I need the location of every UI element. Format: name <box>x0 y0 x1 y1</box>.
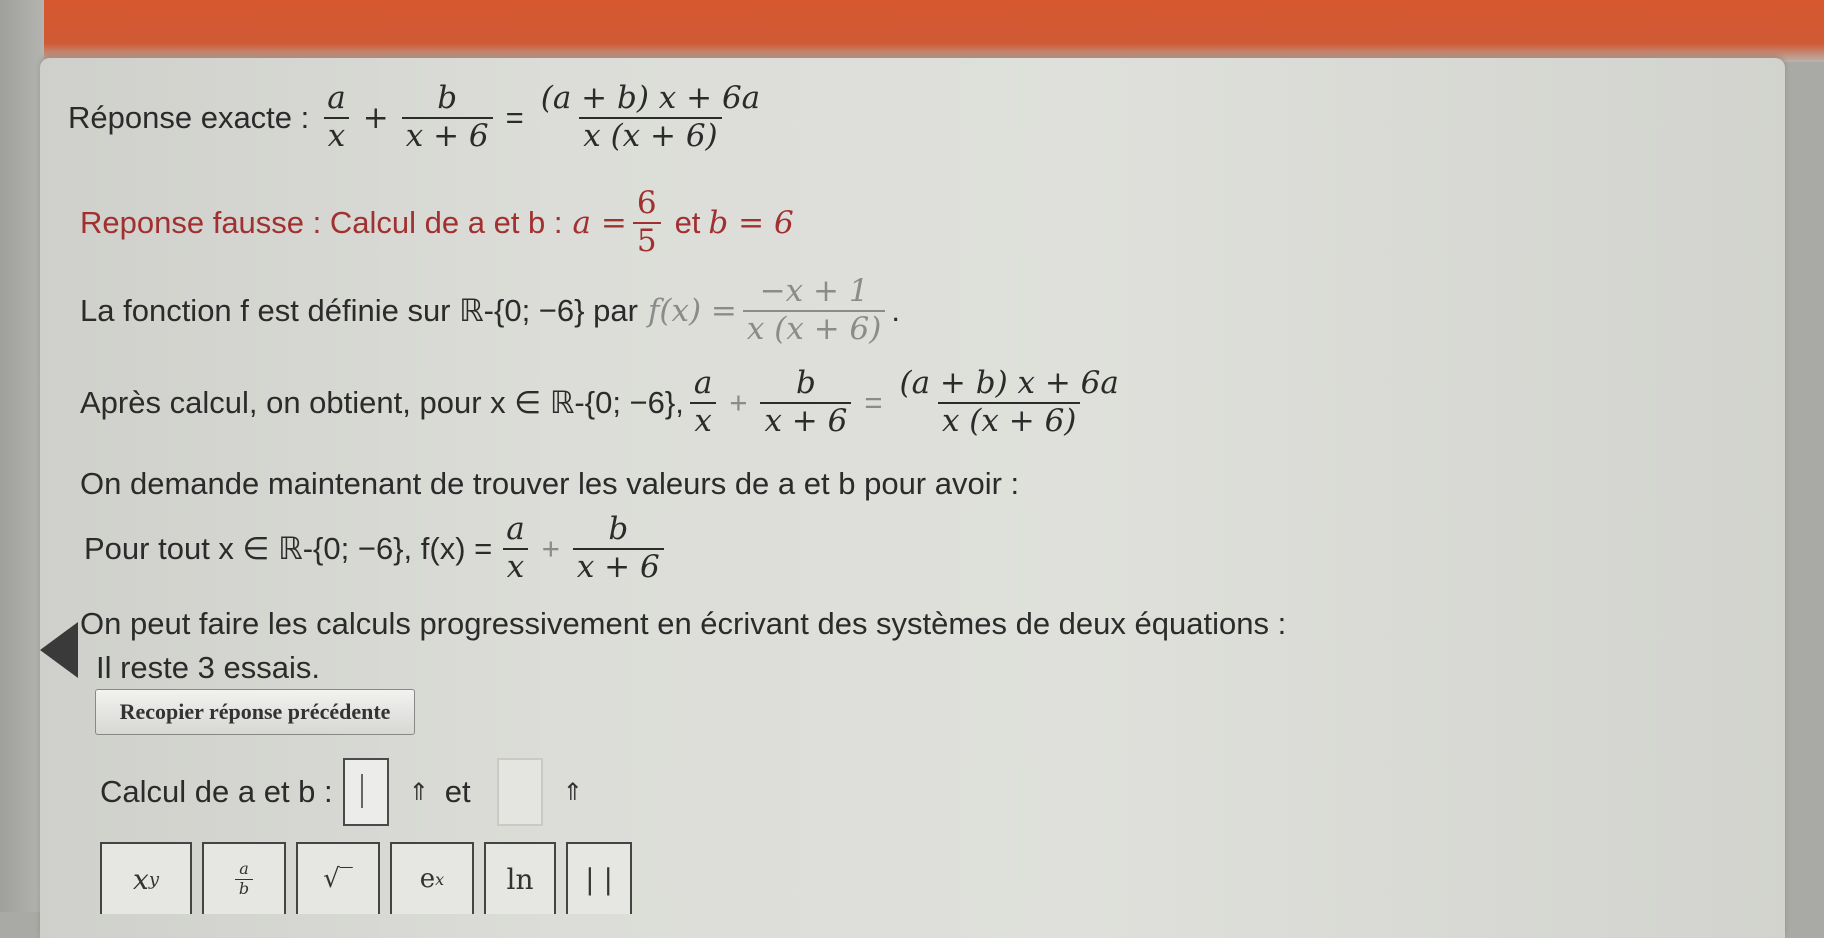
exact-answer-line: Réponse exacte : a x + b x + 6 = (a + b)… <box>68 70 770 166</box>
attempts-line: Il reste 3 essais. <box>96 646 320 690</box>
abs-label: | | <box>585 862 613 896</box>
definition-line: La fonction f est définie sur ℝ-{0; −6} … <box>80 268 900 354</box>
b-value: b = 6 <box>708 205 794 241</box>
a-value-frac: 6 5 <box>632 185 661 260</box>
frac-den: x + 6 <box>572 548 664 586</box>
sqrt-icon: √‾ <box>323 864 353 894</box>
exp-base: e <box>419 864 436 894</box>
frac-num: (a + b) x + 6a <box>540 80 761 117</box>
absolute-value-button[interactable]: | | <box>566 842 632 914</box>
power-base: x <box>133 862 149 896</box>
text-caret <box>360 774 363 808</box>
demand-line: On demande maintenant de trouver les val… <box>80 462 1019 506</box>
a-equals: a = <box>572 205 627 241</box>
frac-num: b <box>437 80 458 117</box>
frac-den: x (x + 6) <box>742 310 886 348</box>
after-calc-text: Après calcul, on obtient, pour x ∈ ℝ-{0;… <box>80 385 684 420</box>
top-banner <box>0 0 1824 62</box>
power-exp: y <box>148 868 159 890</box>
exponential-button[interactable]: ex <box>390 842 474 914</box>
calc-line: Calcul de a et b : ⇑ et ⇑ <box>100 752 593 832</box>
expand-editor-a-icon[interactable]: ⇑ <box>409 778 429 806</box>
sqrt-button[interactable]: √‾ <box>296 842 380 914</box>
frac-den: b <box>234 878 254 898</box>
fraction-icon: a b <box>234 859 254 898</box>
f-lhs: f(x) = <box>647 293 737 329</box>
b-answer-input[interactable] <box>496 758 543 826</box>
frac-num: b <box>795 365 816 402</box>
calc-label: Calcul de a et b : <box>100 774 333 809</box>
plus-sign: + <box>541 531 560 566</box>
ln-button[interactable]: ln <box>484 842 556 914</box>
frac-num: (a + b) x + 6a <box>899 365 1119 402</box>
wrong-answer-label: Reponse fausse : Calcul de a et b : <box>80 205 563 240</box>
frac-den: x (x + 6) <box>937 402 1081 440</box>
demand-text: On demande maintenant de trouver les val… <box>80 466 1020 501</box>
definition-text: La fonction f est définie sur ℝ-{0; −6} … <box>80 293 638 328</box>
ln-label: ln <box>506 862 534 896</box>
after-frac-a: a x <box>690 366 716 439</box>
frac-den: x (x + 6) <box>579 117 722 155</box>
exact-frac-rhs: (a + b) x + 6a x (x + 6) <box>537 81 764 154</box>
frac-num: 6 <box>636 185 657 222</box>
fraction-button[interactable]: a b <box>202 842 286 914</box>
exact-answer-label: Réponse exacte : <box>68 100 310 135</box>
exact-frac-a-x: a x <box>323 80 350 155</box>
after-frac-rhs: (a + b) x + 6a x (x + 6) <box>895 366 1122 439</box>
frac-num: a <box>239 859 249 879</box>
exp-sup: x <box>435 869 445 889</box>
frac-num: a <box>506 511 525 548</box>
frac-num: −x + 1 <box>759 273 869 310</box>
et-word: et <box>444 774 471 809</box>
after-frac-b: b x + 6 <box>760 365 852 440</box>
frac-den: x <box>323 117 350 155</box>
equals-sign: = <box>864 385 883 420</box>
frac-den: x <box>690 402 716 440</box>
frac-den: x <box>502 548 529 586</box>
et-word: et <box>674 205 701 240</box>
frac-num: b <box>608 511 629 548</box>
forall-frac-a: a x <box>502 511 529 586</box>
frac-num: a <box>693 365 713 402</box>
left-margin <box>0 0 44 912</box>
frac-num: a <box>327 80 346 117</box>
equals-sign: = <box>505 100 524 135</box>
for-all-text: Pour tout x ∈ ℝ-{0; −6}, f(x) = <box>84 531 493 566</box>
plus-sign: + <box>362 100 389 136</box>
math-toolbar: xy a b √‾ ex ln | | <box>100 842 642 914</box>
systems-text: On peut faire les calculs progressivemen… <box>80 606 1287 641</box>
plus-sign: + <box>729 385 748 420</box>
expand-editor-b-icon[interactable]: ⇑ <box>563 778 583 806</box>
copy-previous-answer-button[interactable]: Recopier réponse précédente <box>95 689 415 735</box>
exact-frac-b: b x + 6 <box>401 80 493 155</box>
forall-frac-b: b x + 6 <box>572 511 664 586</box>
after-calc-line: Après calcul, on obtient, pour x ∈ ℝ-{0;… <box>80 358 1129 448</box>
definition-frac: −x + 1 x (x + 6) <box>742 273 886 348</box>
for-all-line: Pour tout x ∈ ℝ-{0; −6}, f(x) = a x + b … <box>84 506 670 592</box>
frac-den: x + 6 <box>401 117 493 155</box>
frac-den: 5 <box>632 222 661 260</box>
frac-den: x + 6 <box>760 402 852 440</box>
attempts-text: Il reste 3 essais. <box>96 650 320 685</box>
wrong-answer-line: Reponse fausse : Calcul de a et b : a = … <box>80 180 794 266</box>
systems-line: On peut faire les calculs progressivemen… <box>80 602 1286 646</box>
a-answer-input[interactable] <box>342 758 389 826</box>
power-button[interactable]: xy <box>100 842 192 914</box>
collapse-arrow-icon[interactable] <box>40 622 78 678</box>
period: . <box>891 293 900 328</box>
